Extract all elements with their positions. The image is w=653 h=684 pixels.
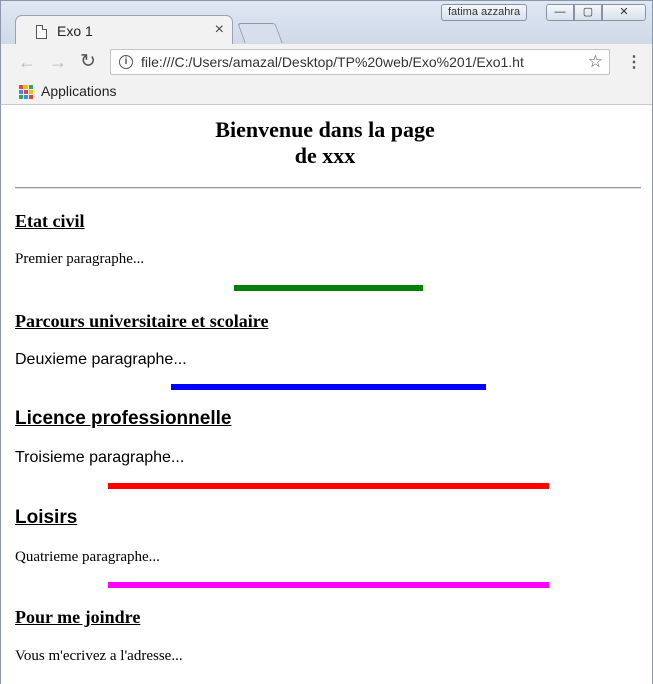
paragraph-1: Premier paragraphe... [15, 251, 145, 267]
reload-icon[interactable]: ↻ [80, 50, 96, 73]
paragraph-3: Troisieme paragraphe... [15, 449, 185, 466]
kebab-menu-icon[interactable]: ⋮ [626, 52, 642, 72]
url-text[interactable]: file:///C:/Users/amazal/Desktop/TP%20web… [141, 54, 576, 70]
green-rule [234, 285, 423, 291]
heading-etat-civil: Etat civil [15, 211, 85, 231]
paragraph-4: Quatrieme paragraphe... [15, 549, 160, 565]
bookmark-applications[interactable]: Applications [41, 83, 117, 99]
new-tab-button[interactable] [237, 23, 283, 43]
maximize-button[interactable]: ▢ [574, 4, 602, 21]
minimize-button[interactable]: — [546, 4, 574, 21]
page-title: Bienvenue dans la page de xxx [1, 117, 649, 169]
document-icon [36, 25, 47, 39]
arrow-left-icon[interactable]: ← [18, 52, 36, 73]
browser-toolbar: ← → ↻ i file:///C:/Users/amazal/Desktop/… [0, 44, 653, 80]
page-viewport: Bienvenue dans la page de xxx Etat civil… [0, 105, 653, 684]
heading-pour-me-joindre: Pour me joindre [15, 607, 141, 627]
profile-button[interactable]: fatima azzahra [441, 4, 528, 21]
page-title-line-1: Bienvenue dans la page [215, 117, 435, 142]
window-titlebar: Exo 1 × fatima azzahra — ▢ ✕ [0, 0, 653, 46]
horizontal-rule [15, 187, 641, 189]
heading-licence: Licence professionnelle [15, 408, 232, 429]
red-rule [108, 483, 549, 489]
magenta-rule [108, 582, 549, 588]
address-bar[interactable]: i file:///C:/Users/amazal/Desktop/TP%20w… [110, 49, 610, 75]
info-icon[interactable]: i [119, 55, 133, 69]
tab-title: Exo 1 [57, 23, 93, 39]
apps-grid-icon[interactable] [19, 85, 33, 99]
paragraph-5: Vous m'ecrivez a l'adresse... [15, 648, 183, 664]
tab-exo1[interactable]: Exo 1 × [15, 15, 233, 46]
tab-close-icon[interactable]: × [215, 21, 224, 39]
close-window-button[interactable]: ✕ [602, 4, 646, 21]
bookmarks-bar: Applications [0, 80, 653, 105]
blue-rule [171, 384, 486, 390]
star-icon[interactable]: ☆ [588, 52, 603, 72]
heading-parcours: Parcours universitaire et scolaire [15, 311, 269, 331]
heading-loisirs: Loisirs [15, 507, 78, 528]
page-title-line-2: de xxx [294, 143, 356, 168]
arrow-right-icon[interactable]: → [49, 52, 67, 73]
paragraph-2: Deuxieme paragraphe... [15, 351, 187, 368]
